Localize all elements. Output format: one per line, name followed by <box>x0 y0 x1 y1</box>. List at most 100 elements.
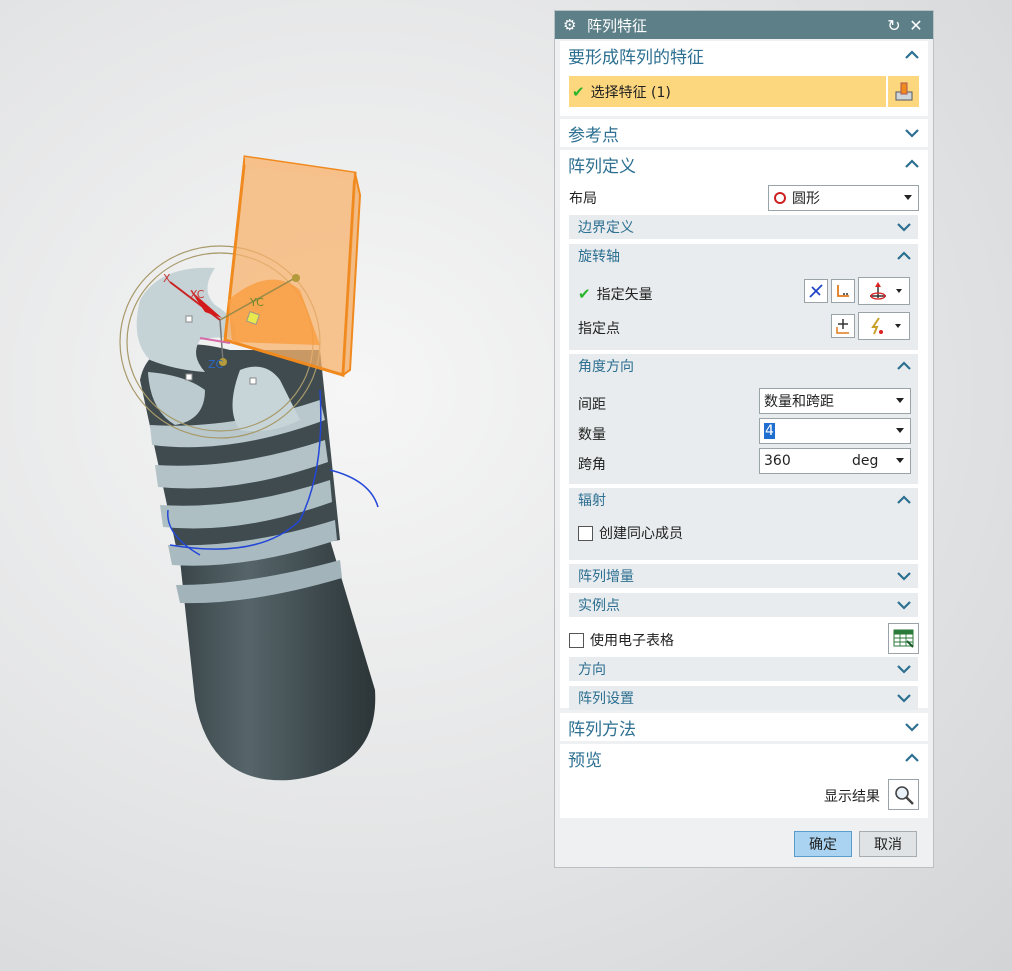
show-result-button[interactable] <box>888 779 919 810</box>
instance-points-title: 实例点 <box>578 598 620 614</box>
chevron-down-icon <box>897 572 911 581</box>
spreadsheet-button[interactable] <box>888 623 919 654</box>
subsection-instance-points[interactable]: 实例点 <box>569 593 918 617</box>
select-feature-row[interactable]: ✔ 选择特征 (1) <box>569 76 886 107</box>
reverse-direction-button[interactable] <box>804 279 828 303</box>
layout-select[interactable]: 圆形 <box>768 185 919 211</box>
feature-select-icon <box>895 82 912 100</box>
section-method-title: 阵列方法 <box>568 719 636 740</box>
chevron-up-icon <box>905 50 919 59</box>
chevron-down-icon <box>905 129 919 138</box>
check-icon: ✔ <box>578 285 591 303</box>
circular-layout-icon <box>774 192 786 204</box>
specify-vector-label: 指定矢量 <box>596 287 653 303</box>
cancel-button[interactable]: 取消 <box>859 831 917 857</box>
span-label: 跨角 <box>578 457 606 473</box>
section-definition-header[interactable]: 阵列定义 <box>560 150 928 178</box>
span-unit: deg <box>852 453 879 469</box>
count-value: 4 <box>764 423 775 439</box>
close-icon[interactable]: ✕ <box>905 16 927 35</box>
layout-label: 布局 <box>569 191 597 207</box>
subsection-radiate: 辐射 创建同心成员 <box>569 488 918 560</box>
specify-point-label: 指定点 <box>578 321 620 337</box>
reverse-direction-icon <box>809 284 823 298</box>
section-ref-point-title: 参考点 <box>568 125 619 146</box>
span-input[interactable]: 360 deg <box>759 448 911 474</box>
graphics-viewport[interactable]: X XC YC ZC <box>0 0 555 971</box>
inferred-point-icon <box>871 317 883 335</box>
magnifier-icon <box>894 785 914 805</box>
dialog-title: 阵列特征 <box>587 16 648 35</box>
settings-title: 阵列设置 <box>578 691 634 707</box>
gear-icon: ⚙ <box>563 16 577 34</box>
point-constructor-icon <box>836 319 849 334</box>
show-result-label: 显示结果 <box>824 789 880 805</box>
inferred-vector-icon <box>870 282 886 300</box>
chevron-up-icon <box>905 159 919 168</box>
spreadsheet-icon <box>893 629 914 648</box>
chevron-down-icon <box>897 601 911 610</box>
axis-label-yc: YC <box>249 296 264 309</box>
layout-value: 圆形 <box>792 191 820 207</box>
chevron-down-icon <box>905 723 919 732</box>
point-type-dropdown[interactable] <box>858 312 910 340</box>
selected-feature-block <box>223 155 362 378</box>
pattern-feature-dialog: ⚙ 阵列特征 ↻ ✕ 要形成阵列的特征 ✔ 选择特征 (1) 参考点 阵列定义 … <box>554 10 934 868</box>
spreadsheet-checkbox[interactable] <box>569 632 584 648</box>
concentric-label: 创建同心成员 <box>599 526 683 542</box>
specify-vector-row: ✔ 指定矢量 <box>578 284 653 304</box>
vector-dialog-button[interactable] <box>831 279 855 303</box>
select-feature-label: 选择特征 (1) <box>590 84 671 101</box>
section-features-header[interactable]: 要形成阵列的特征 <box>560 41 928 69</box>
spreadsheet-row[interactable]: 使用电子表格 <box>569 630 674 650</box>
concentric-checkbox[interactable] <box>578 525 593 541</box>
subsection-rotation-axis: 旋转轴 ✔ 指定矢量 指定点 <box>569 244 918 350</box>
direction-title: 方向 <box>578 662 606 678</box>
check-icon: ✔ <box>572 82 585 101</box>
select-feature-button[interactable] <box>888 76 919 107</box>
dialog-titlebar[interactable]: ⚙ 阵列特征 ↻ ✕ <box>555 11 933 39</box>
axis-label-xc: XC <box>190 288 205 301</box>
section-features: 要形成阵列的特征 ✔ 选择特征 (1) <box>560 41 928 116</box>
span-value: 360 <box>764 453 791 469</box>
subsection-direction[interactable]: 方向 <box>569 657 918 681</box>
count-input[interactable]: 4 <box>759 418 911 444</box>
chevron-down-icon <box>897 694 911 703</box>
section-preview: 预览 显示结果 <box>560 744 928 818</box>
section-definition-title: 阵列定义 <box>568 156 636 177</box>
radiate-header[interactable]: 辐射 <box>569 488 918 512</box>
chevron-down-icon <box>897 665 911 674</box>
vector-constructor-icon <box>837 285 849 297</box>
chevron-up-icon <box>897 495 911 504</box>
section-preview-header[interactable]: 预览 <box>560 744 928 772</box>
angle-direction-title: 角度方向 <box>578 359 634 375</box>
count-label: 数量 <box>578 427 606 443</box>
increment-title: 阵列增量 <box>578 569 634 585</box>
rotation-axis-header[interactable]: 旋转轴 <box>569 244 918 268</box>
angle-direction-header[interactable]: 角度方向 <box>569 354 918 378</box>
section-preview-title: 预览 <box>568 750 602 771</box>
spacing-label: 间距 <box>578 397 606 413</box>
subsection-boundary[interactable]: 边界定义 <box>569 215 918 239</box>
reset-icon[interactable]: ↻ <box>883 16 905 35</box>
ok-button[interactable]: 确定 <box>794 831 852 857</box>
rotation-axis-title: 旋转轴 <box>578 249 620 265</box>
subsection-angle-direction: 角度方向 间距 数量和跨距 数量 4 跨角 360 deg <box>569 354 918 484</box>
point-dialog-button[interactable] <box>831 314 855 338</box>
concentric-members-row[interactable]: 创建同心成员 <box>578 523 683 543</box>
section-features-title: 要形成阵列的特征 <box>568 47 704 68</box>
boundary-title: 边界定义 <box>578 220 634 236</box>
chevron-down-icon <box>897 223 911 232</box>
axis-label-x: X <box>163 272 171 285</box>
section-method[interactable]: 阵列方法 <box>560 713 928 741</box>
subsection-settings[interactable]: 阵列设置 <box>569 686 918 710</box>
chevron-up-icon <box>905 753 919 762</box>
chevron-up-icon <box>897 251 911 260</box>
section-ref-point[interactable]: 参考点 <box>560 119 928 147</box>
vector-type-dropdown[interactable] <box>858 277 910 305</box>
subsection-increment[interactable]: 阵列增量 <box>569 564 918 588</box>
axis-label-zc: ZC <box>208 358 224 371</box>
spreadsheet-label: 使用电子表格 <box>590 633 674 649</box>
radiate-title: 辐射 <box>578 493 606 509</box>
spacing-select[interactable]: 数量和跨距 <box>759 388 911 414</box>
